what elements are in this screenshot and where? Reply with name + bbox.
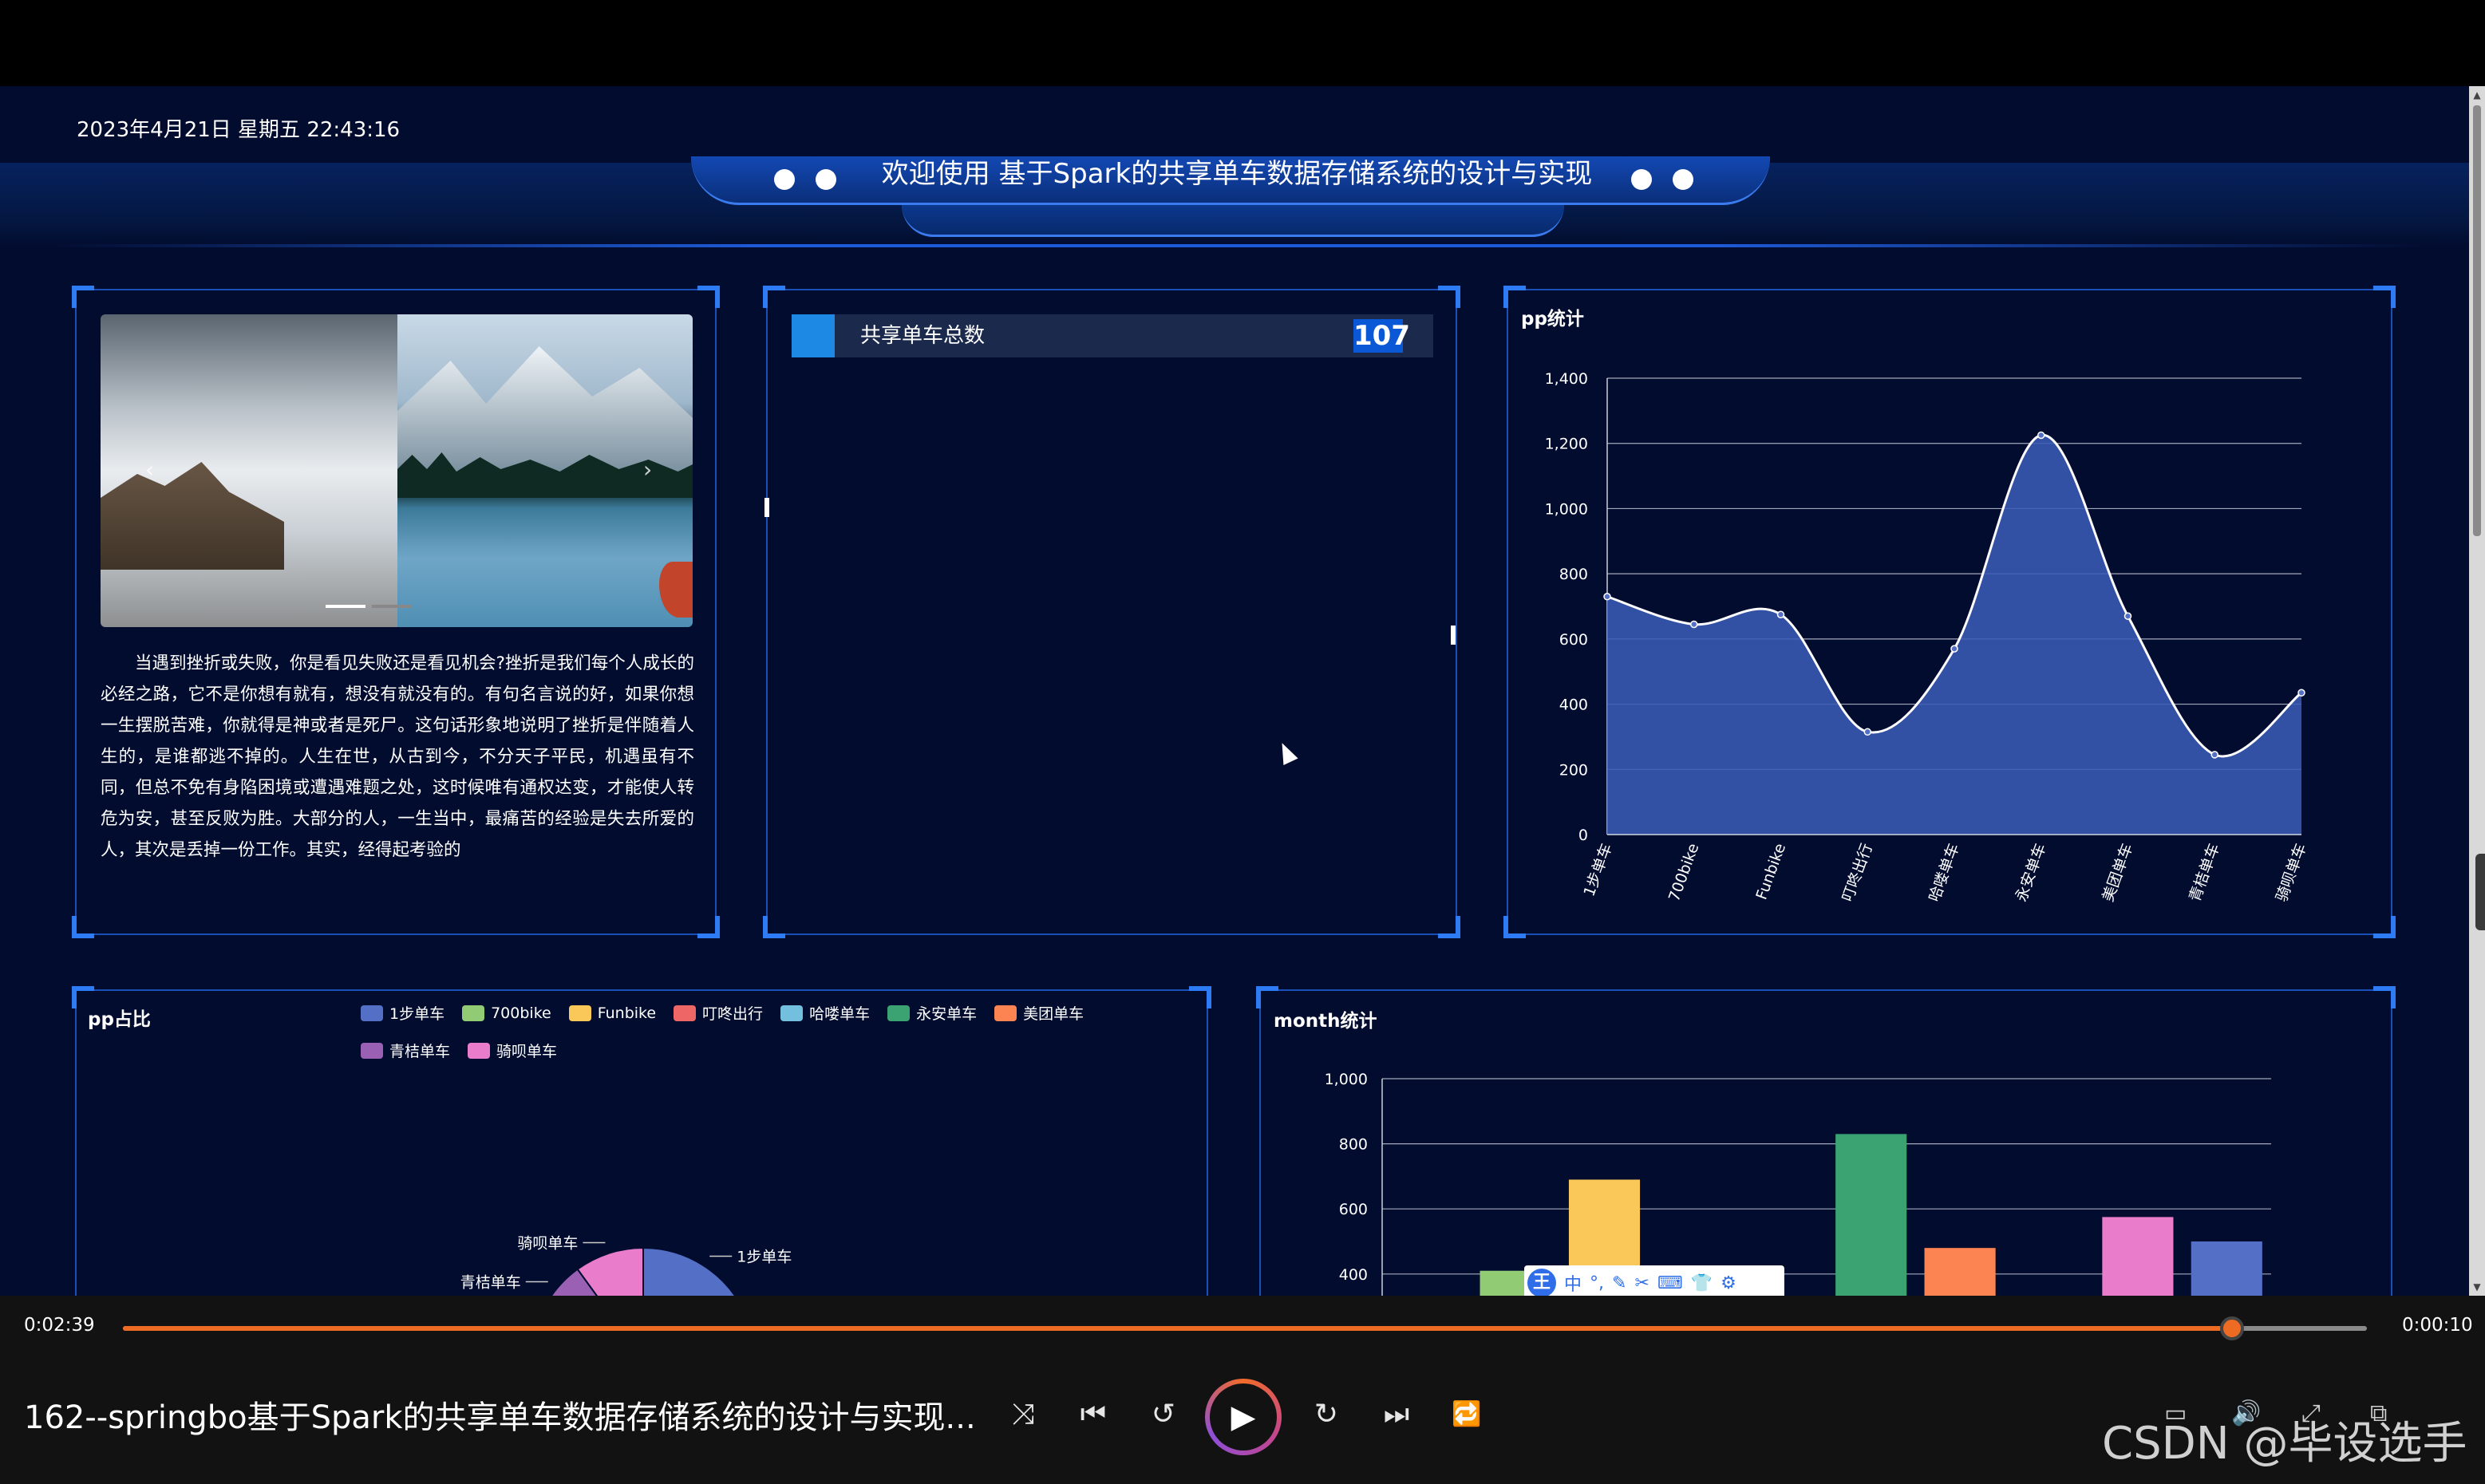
shuffle-icon[interactable]: ⤨ <box>999 1395 1047 1435</box>
title-dot-1 <box>774 169 795 190</box>
carousel-panel: ‹ › 当遇到挫折或失败，你是看见失败还是看见机会?挫折是我们每个人成长的必经之… <box>72 286 720 938</box>
bar <box>2191 1241 2262 1296</box>
resize-handle-left[interactable] <box>764 498 769 517</box>
data-point <box>2297 689 2305 697</box>
repeat-icon[interactable]: 🔁 <box>1443 1395 1491 1435</box>
video-player-bar: 0:02:39 0:00:10 162--springbo基于Spark的共享单… <box>0 1296 2485 1484</box>
ime-settings-icon[interactable]: ⚙ <box>1721 1273 1736 1293</box>
x-tick-label: 美团单车 <box>2100 841 2137 904</box>
bar <box>1835 1134 1907 1296</box>
mouse-cursor <box>1274 739 1298 766</box>
data-point <box>1950 645 1958 653</box>
y-tick-label: 1,200 <box>1545 436 1588 453</box>
rewind-10-icon[interactable]: ↺ <box>1140 1395 1187 1435</box>
slice-label: 1步单车 <box>737 1248 792 1265</box>
pp-share-panel: pp占比 1步单车 700bike Funbike 叮咚出行 哈喽单车 永安单车 美团单车青… <box>72 986 1211 1296</box>
y-tick-label: 400 <box>1559 697 1588 714</box>
scrollbar-thumb[interactable] <box>2473 105 2481 536</box>
remaining-time: 0:00:10 <box>2402 1315 2473 1336</box>
y-tick-label: 1,000 <box>1325 1071 1368 1088</box>
scroll-down-icon[interactable]: ▼ <box>2471 1281 2483 1293</box>
slice-label: 骑呗单车 <box>517 1235 578 1253</box>
y-tick-label: 1,000 <box>1545 500 1588 518</box>
y-tick-label: 800 <box>1339 1136 1368 1154</box>
elapsed-time: 0:02:39 <box>24 1315 95 1336</box>
pp-stats-panel: pp统计 0 200 400 600 800 1,000 1,200 1,400 1步单车 700… <box>1503 286 2396 938</box>
donut-slice <box>642 1246 737 1296</box>
data-point <box>2124 612 2132 621</box>
x-tick-label: 700bike <box>1665 841 1703 904</box>
title-dot-4 <box>1673 169 1693 190</box>
y-tick-label: 0 <box>1578 827 1588 844</box>
seek-bar-fill <box>123 1326 2233 1331</box>
dashboard: 欢迎使用 基于Spark的共享单车数据存储系统的设计与实现 2023年4月21日… <box>0 86 2469 1296</box>
video-title: 162--springbo基于Spark的共享单车数据存储系统的设计与实现... <box>24 1399 976 1436</box>
stat-color-square <box>792 314 835 357</box>
page-title: 欢迎使用 基于Spark的共享单车数据存储系统的设计与实现 <box>881 158 1593 190</box>
scroll-up-icon[interactable]: ▲ <box>2471 89 2483 101</box>
month-bar-chart: 2004006008001,000 <box>1325 1071 2271 1296</box>
month-stats-panel: month统计 2004006008001,000 <box>1256 986 2396 1296</box>
skip-back-icon[interactable]: ⏮ <box>1069 1395 1117 1435</box>
ime-chinese-mode[interactable]: 中 <box>1564 1270 1582 1296</box>
title-dot-2 <box>816 169 836 190</box>
image-carousel[interactable]: ‹ › <box>101 314 693 627</box>
y-tick-label: 200 <box>1559 761 1588 779</box>
data-point <box>2037 431 2045 440</box>
data-point <box>1776 610 1785 618</box>
slice-label: 青桔单车 <box>460 1274 521 1292</box>
y-tick-label: 800 <box>1559 566 1588 583</box>
resize-handle-right[interactable] <box>1451 626 1456 645</box>
stat-panel: 共享单车总数 107 <box>763 286 1460 938</box>
y-tick-label: 600 <box>1339 1201 1368 1218</box>
title-plate-lower <box>902 199 1564 237</box>
ime-scissors-icon[interactable]: ✂ <box>1634 1273 1649 1293</box>
x-tick-label: 青桔单车 <box>2186 841 2223 904</box>
forward-30-icon[interactable]: ↻ <box>1302 1395 1350 1435</box>
bike-total-value: 107 <box>1353 319 1410 353</box>
pp-donut-chart: 1步单车700bike美团单车青桔单车骑呗单车 <box>460 1235 792 1296</box>
y-tick-label: 600 <box>1559 631 1588 649</box>
x-tick-label: 哈喽单车 <box>1926 841 1963 904</box>
y-tick-label: 1,400 <box>1545 370 1588 388</box>
article-text: 当遇到挫折或失败，你是看见失败还是看见机会?挫折是我们每个人成长的必经之路，它不… <box>101 653 694 860</box>
carousel-next-icon[interactable]: › <box>643 456 652 483</box>
data-point <box>1690 620 1698 629</box>
area-fill <box>1607 435 2301 835</box>
bike-total-row: 共享单车总数 107 <box>792 314 1433 357</box>
data-point <box>2210 751 2218 759</box>
carousel-indicator-active[interactable] <box>326 605 365 608</box>
x-tick-label: Funbike <box>1752 841 1789 902</box>
x-tick-label: 骑呗单车 <box>2273 841 2310 904</box>
x-tick-label: 1步单车 <box>1580 841 1615 898</box>
play-icon: ▶ <box>1210 1383 1277 1450</box>
carousel-indicator[interactable] <box>372 605 412 608</box>
carousel-prev-icon[interactable]: ‹ <box>145 456 154 483</box>
x-tick-label: 叮咚出行 <box>1839 841 1876 904</box>
ime-logo-icon[interactable]: 王 <box>1527 1269 1556 1297</box>
skip-next-icon[interactable]: ⏭ <box>1373 1395 1420 1435</box>
data-point <box>1863 728 1871 736</box>
y-tick-label: 400 <box>1339 1266 1368 1284</box>
seek-knob[interactable] <box>2220 1316 2245 1340</box>
ime-punctuation-icon[interactable]: °, <box>1590 1273 1604 1293</box>
data-point <box>1603 592 1611 601</box>
ime-handwrite-icon[interactable]: ✎ <box>1612 1273 1626 1293</box>
top-black-bar <box>0 0 2485 86</box>
seek-bar[interactable] <box>123 1316 2367 1340</box>
bike-total-label: 共享单车总数 <box>860 324 986 348</box>
bar <box>2102 1217 2174 1296</box>
current-datetime: 2023年4月21日 星期五 22:43:16 <box>77 118 401 142</box>
pp-area-chart: 0 200 400 600 800 1,000 1,200 1,400 1步单车 700bike F… <box>1545 370 2310 904</box>
header-glow-line <box>48 244 2426 247</box>
side-drawer-handle[interactable] <box>2475 854 2485 930</box>
bar <box>1924 1248 1996 1296</box>
title-dot-3 <box>1631 169 1652 190</box>
ime-skin-icon[interactable]: 👕 <box>1691 1273 1713 1293</box>
csdn-watermark: CSDN @毕设选手 <box>2102 1418 2467 1470</box>
x-tick-label: 永安单车 <box>2013 841 2050 904</box>
ime-keyboard-icon[interactable]: ⌨ <box>1657 1273 1683 1293</box>
play-button[interactable]: ▶ <box>1205 1379 1282 1455</box>
